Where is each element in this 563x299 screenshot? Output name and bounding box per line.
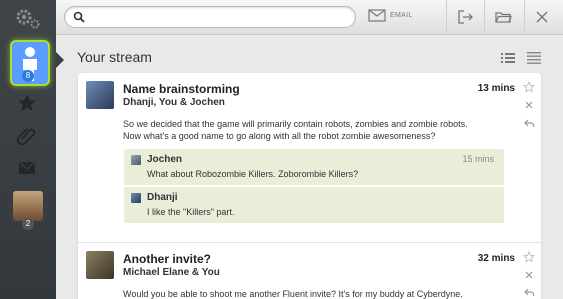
avatar-badge: 2 [22, 218, 34, 230]
notification-badge: 8 [22, 70, 34, 82]
comment-item[interactable]: Jochen 15 mins What about Robozombie Kil… [124, 149, 504, 185]
comment-text: I like the "Killers" part. [147, 207, 235, 217]
divider [446, 0, 447, 34]
close-icon[interactable] [533, 8, 551, 26]
comment-text: What about Robozombie Killers. Zoborombi… [147, 169, 359, 179]
email-button[interactable]: EMAIL [368, 9, 428, 25]
comment-time: 15 mins [462, 154, 494, 164]
active-indicator [56, 52, 64, 68]
comment-avatar [131, 193, 141, 203]
dismiss-icon[interactable] [523, 99, 535, 111]
post-body-line: Now what's a good name to go along with … [123, 131, 436, 141]
comment-avatar [131, 155, 141, 165]
search-box[interactable] [64, 6, 356, 28]
sign-out-icon[interactable] [456, 8, 474, 26]
comment-author: Jochen [147, 154, 183, 165]
post-time: 32 mins [477, 253, 515, 264]
post-title[interactable]: Name brainstorming [123, 82, 240, 96]
sidebar: 8 2 [0, 0, 56, 299]
reply-icon[interactable] [523, 286, 535, 298]
mail-icon[interactable] [16, 157, 38, 179]
comment-author: Dhanji [147, 192, 178, 203]
star-outline-icon[interactable] [523, 251, 535, 263]
post-time: 13 mins [477, 83, 515, 94]
post-avatar [86, 81, 114, 109]
search-icon [73, 11, 85, 23]
post-body-line: So we decided that the game will primari… [123, 119, 468, 129]
comment-item[interactable]: Dhanji I like the "Killers" part. [124, 187, 504, 223]
email-label: EMAIL [390, 12, 413, 19]
search-input[interactable] [89, 9, 343, 27]
post-avatar [86, 251, 114, 279]
post-body-line: Would you be able to shoot me another Fl… [123, 289, 463, 299]
reply-icon[interactable] [523, 117, 535, 129]
gear-icon[interactable] [14, 8, 42, 30]
paperclip-icon[interactable] [16, 124, 38, 146]
post-title[interactable]: Another invite? [123, 252, 211, 266]
user-avatar[interactable] [13, 191, 43, 221]
list-view-icon[interactable] [501, 52, 515, 64]
post-participants: Dhanji, You & Jochen [123, 97, 225, 108]
folder-icon[interactable] [494, 8, 512, 26]
star-outline-icon[interactable] [523, 81, 535, 93]
divider [524, 0, 525, 34]
stream-list: Name brainstorming Dhanji, You & Jochen … [78, 73, 541, 299]
email-icon [368, 9, 386, 22]
post-participants: Michael Elane & You [123, 267, 220, 278]
divider [484, 0, 485, 34]
compact-view-icon[interactable] [527, 52, 541, 64]
post-separator [78, 242, 541, 243]
star-icon[interactable] [16, 92, 38, 114]
page-title: Your stream [77, 49, 152, 65]
dismiss-icon[interactable] [523, 269, 535, 281]
toolbar: EMAIL [56, 0, 563, 35]
